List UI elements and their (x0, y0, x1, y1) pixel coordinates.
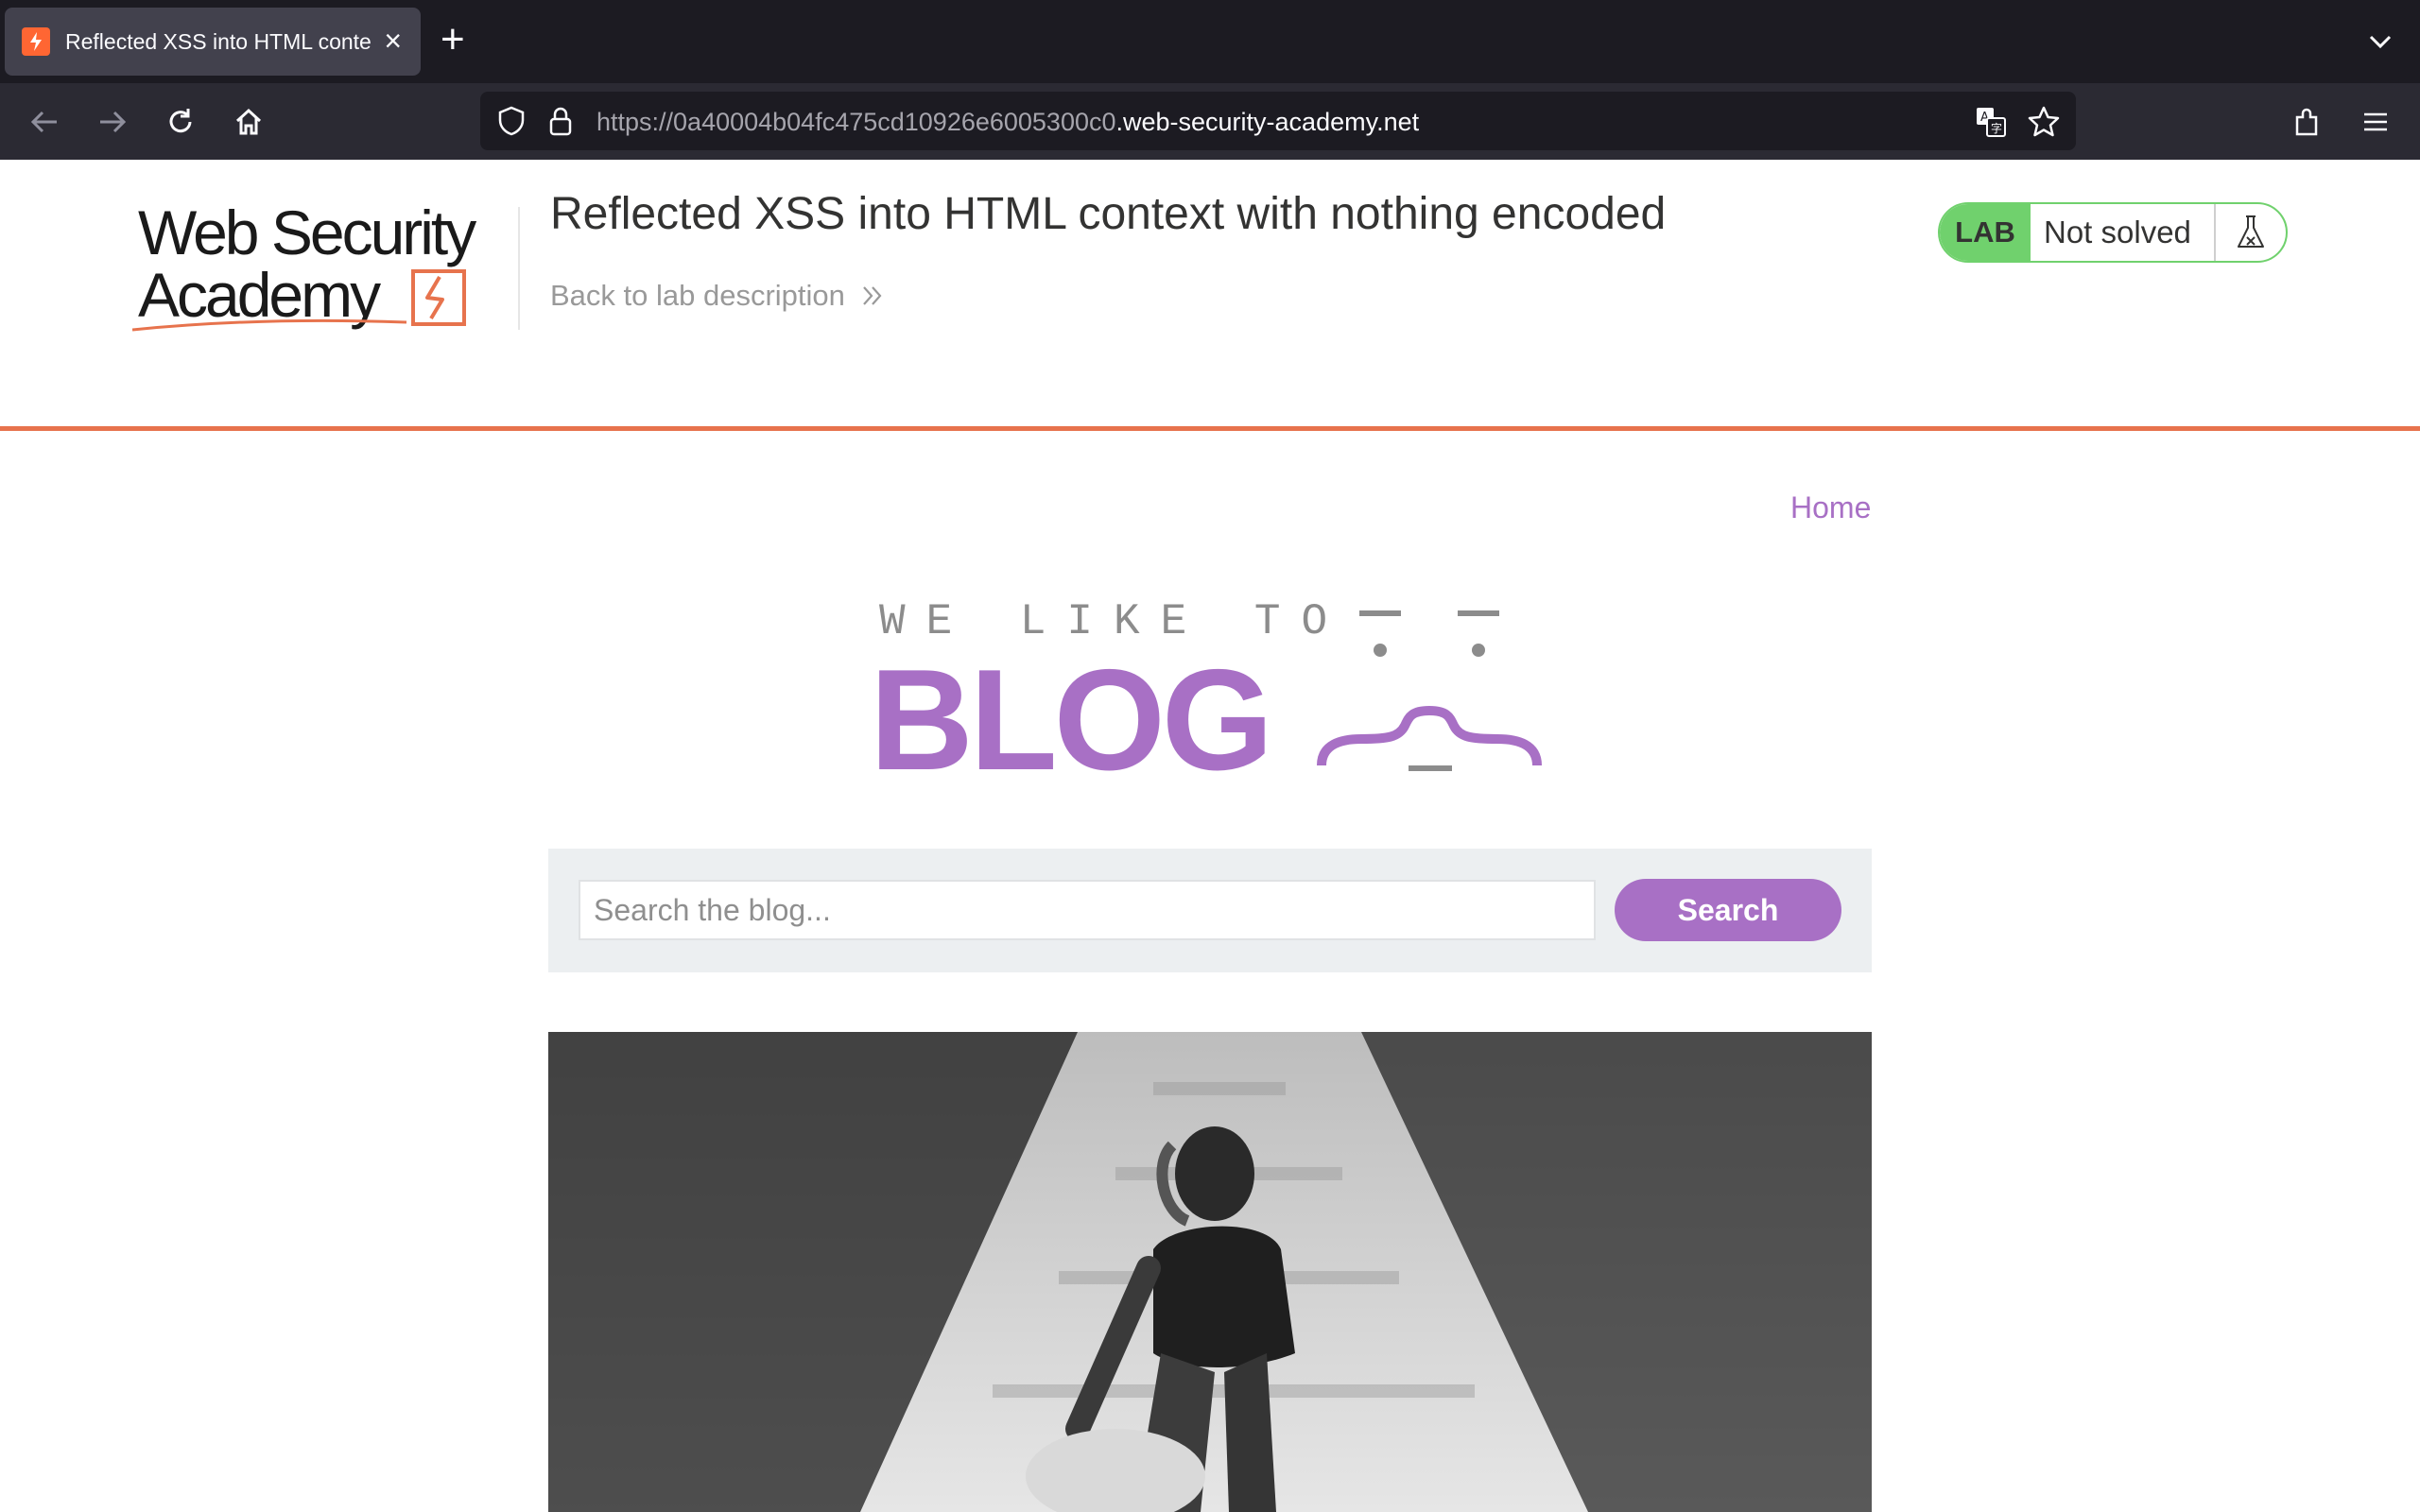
browser-nav-bar: https://0a40004b04fc475cd10926e6005300c0… (0, 83, 2420, 160)
lab-status-text: Not solved (2031, 204, 2216, 261)
search-panel: Search (548, 849, 1872, 972)
reload-icon[interactable] (161, 102, 200, 142)
url-text[interactable]: https://0a40004b04fc475cd10926e6005300c0… (596, 108, 1419, 137)
portswigger-favicon-icon (22, 27, 50, 56)
lab-header-orange-rule (0, 426, 2420, 431)
search-input[interactable] (579, 880, 1596, 940)
girl-on-dirt-road-photo (548, 1032, 1872, 1512)
blog-post-image[interactable] (548, 1032, 1872, 1512)
svg-text:Academy: Academy (138, 260, 381, 330)
lab-header: Web Security Academy Reflected XSS into … (0, 160, 2420, 431)
tab-title: Reflected XSS into HTML conte (65, 28, 372, 54)
flask-icon (2216, 204, 2286, 261)
shield-icon[interactable] (495, 105, 527, 142)
tab-close-icon[interactable]: × (384, 25, 402, 57)
lab-title: Reflected XSS into HTML context with not… (550, 189, 1667, 239)
logo-divider (518, 207, 520, 330)
back-to-lab-description-link[interactable]: Back to lab description (550, 279, 885, 313)
home-icon[interactable] (229, 102, 268, 142)
bookmark-star-icon[interactable] (2027, 105, 2061, 144)
forward-arrow-icon[interactable] (93, 102, 132, 142)
double-chevron-right-icon (863, 286, 882, 305)
url-bar[interactable]: https://0a40004b04fc475cd10926e6005300c0… (480, 92, 2076, 150)
svg-text:BLOG: BLOG (870, 640, 1270, 784)
web-security-academy-logo[interactable]: Web Security Academy (132, 196, 516, 337)
svg-text:字: 字 (1991, 121, 2002, 135)
nav-home-link[interactable]: Home (1790, 490, 1871, 525)
lock-icon[interactable] (546, 105, 575, 142)
new-tab-icon[interactable]: + (441, 19, 465, 60)
lab-status-widget: LAB Not solved (1938, 202, 2288, 263)
back-arrow-icon[interactable] (25, 102, 64, 142)
browser-tab-bar: Reflected XSS into HTML conte × + (0, 0, 2420, 83)
translate-icon[interactable]: A字 (1974, 105, 2008, 144)
svg-text:Web Security: Web Security (138, 198, 476, 267)
lab-tag: LAB (1940, 204, 2031, 261)
we-like-to-blog-logo: WE LIKE TO BLOG (870, 597, 1542, 784)
browser-tab-active[interactable]: Reflected XSS into HTML conte × (5, 8, 421, 76)
search-button[interactable]: Search (1615, 879, 1841, 941)
tab-list-chevron-icon[interactable] (2361, 23, 2399, 65)
extensions-icon[interactable] (2288, 102, 2327, 142)
hamburger-menu-icon[interactable] (2356, 102, 2395, 142)
